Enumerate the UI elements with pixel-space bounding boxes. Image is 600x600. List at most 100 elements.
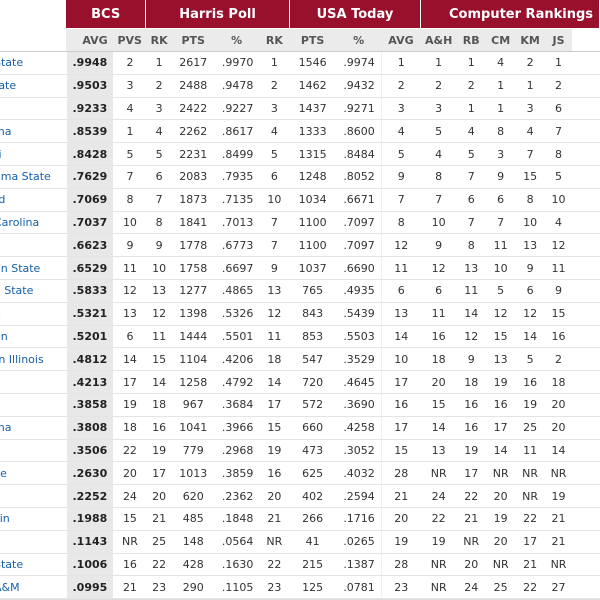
bcs-avg-cell: .8539 [65,119,115,144]
usa-pts-cell: 1100 [289,211,336,235]
harris-rk-cell: 11 [145,325,173,349]
bcs-avg-cell: .9503 [65,74,115,98]
table-row: ma.8539142262.861741333.8600454847 [0,119,600,144]
ah-cell: 19 [420,530,457,554]
rb-cell: 5 [456,142,486,166]
team-link[interactable]: on [0,325,67,349]
pvs-cell: 1 [113,119,146,144]
usa-rk-cell: 15 [259,416,290,440]
team-link[interactable]: ma [0,119,67,144]
table-row: an State.652911101758.669791037.66901112… [0,256,600,280]
usa-rk-cell: NR [259,530,290,554]
js-cell: NR [544,553,573,577]
bcs-avg-cell: .4213 [65,370,115,394]
team-link[interactable]: a [0,97,67,121]
pvs-cell: 20 [113,461,146,486]
rb-cell: 4 [456,119,486,144]
usa-pct-cell: .7097 [335,211,382,235]
team-link[interactable]: a [0,530,67,554]
harris-rk-cell: 10 [145,256,173,280]
table-row: a.9233432422.922731437.9271331136 [0,97,600,121]
js-cell: 10 [544,188,573,212]
bcs-avg-cell: .5201 [65,325,115,349]
comp-avg-cell: 20 [380,507,421,531]
team-link[interactable] [0,233,67,258]
col-harris-pct[interactable]: % [213,28,260,52]
cm-cell: 12 [485,302,516,326]
harris-pct-cell: .1630 [213,553,260,577]
team-link[interactable]: oma State [0,165,67,189]
bcs-avg-cell: .1143 [65,530,115,554]
comp-avg-cell: 1 [380,51,421,75]
col-js[interactable]: JS [544,28,573,52]
js-cell: 4 [544,211,573,235]
comp-avg-cell: 16 [380,393,421,417]
team-link[interactable]: ma [0,416,67,440]
ah-cell: 1 [420,51,457,75]
team-link[interactable]: rn Illinois [0,347,67,372]
team-link[interactable]: State [0,553,67,577]
ah-cell: 11 [420,302,457,326]
team-link[interactable]: rd [0,188,67,212]
usa-rk-cell: 17 [259,393,290,417]
team-link[interactable]: lle [0,461,67,486]
usa-pts-cell: 843 [289,302,336,326]
col-pvs[interactable]: PVS [113,28,146,52]
col-usa-pts[interactable]: PTS [289,28,336,52]
comp-avg-cell: 21 [380,484,421,508]
team-link[interactable] [0,484,67,508]
team-link[interactable]: an State [0,256,67,280]
km-cell: 22 [515,575,545,600]
pvs-cell: 3 [113,74,146,98]
team-link[interactable]: tate [0,74,67,98]
col-ah[interactable]: A&H [420,28,457,52]
ah-cell: 13 [420,439,457,463]
js-cell: 27 [544,575,573,600]
cm-cell: NR [485,461,516,486]
pvs-cell: 2 [113,51,146,75]
col-bcs-avg[interactable]: AVG [66,28,114,52]
col-km[interactable]: KM [515,28,545,52]
team-link[interactable] [0,393,67,417]
col-harris-rk[interactable]: RK [145,28,173,52]
harris-pts-cell: 1013 [172,461,214,486]
team-link[interactable]: Carolina [0,211,67,235]
team-link[interactable] [0,370,67,394]
ah-cell: 3 [420,97,457,121]
usa-pct-cell: .1716 [335,507,382,531]
table-row: ma.380818161041.396615660.42581714161725… [0,416,600,440]
harris-rk-cell: 7 [145,188,173,212]
harris-rk-cell: 25 [145,530,173,554]
km-cell: 12 [515,302,545,326]
team-link[interactable]: sin [0,507,67,531]
bcs-avg-cell: .7629 [65,165,115,189]
team-link[interactable]: n [0,302,67,326]
km-cell: 15 [515,165,545,189]
cm-cell: 19 [485,507,516,531]
team-link[interactable]: a State [0,279,67,303]
team-link[interactable]: ri [0,142,67,166]
usa-rk-cell: 11 [259,325,290,349]
col-comp-avg[interactable]: AVG [381,28,421,52]
col-rb[interactable]: RB [456,28,486,52]
team-link[interactable]: State [0,51,67,75]
usa-rk-cell: 23 [259,575,290,600]
comp-avg-cell: 13 [380,302,421,326]
cm-cell: 20 [485,530,516,554]
team-link[interactable] [0,439,67,463]
pvs-cell: 9 [113,233,146,258]
cm-cell: 17 [485,416,516,440]
table-row: rn Illinois.481214151104.420618547.35291… [0,347,600,372]
usa-pts-cell: 1034 [289,188,336,212]
bcs-avg-cell: .0995 [65,575,115,600]
team-link[interactable]: A&M [0,575,67,600]
ah-cell: 14 [420,416,457,440]
pvs-cell: 15 [113,507,146,531]
harris-rk-cell: 22 [145,553,173,577]
harris-rk-cell: 13 [145,279,173,303]
col-usa-rk[interactable]: RK [259,28,290,52]
col-usa-pct[interactable]: % [335,28,382,52]
col-harris-pts[interactable]: PTS [172,28,214,52]
bcs-avg-cell: .3506 [65,439,115,463]
col-cm[interactable]: CM [485,28,516,52]
